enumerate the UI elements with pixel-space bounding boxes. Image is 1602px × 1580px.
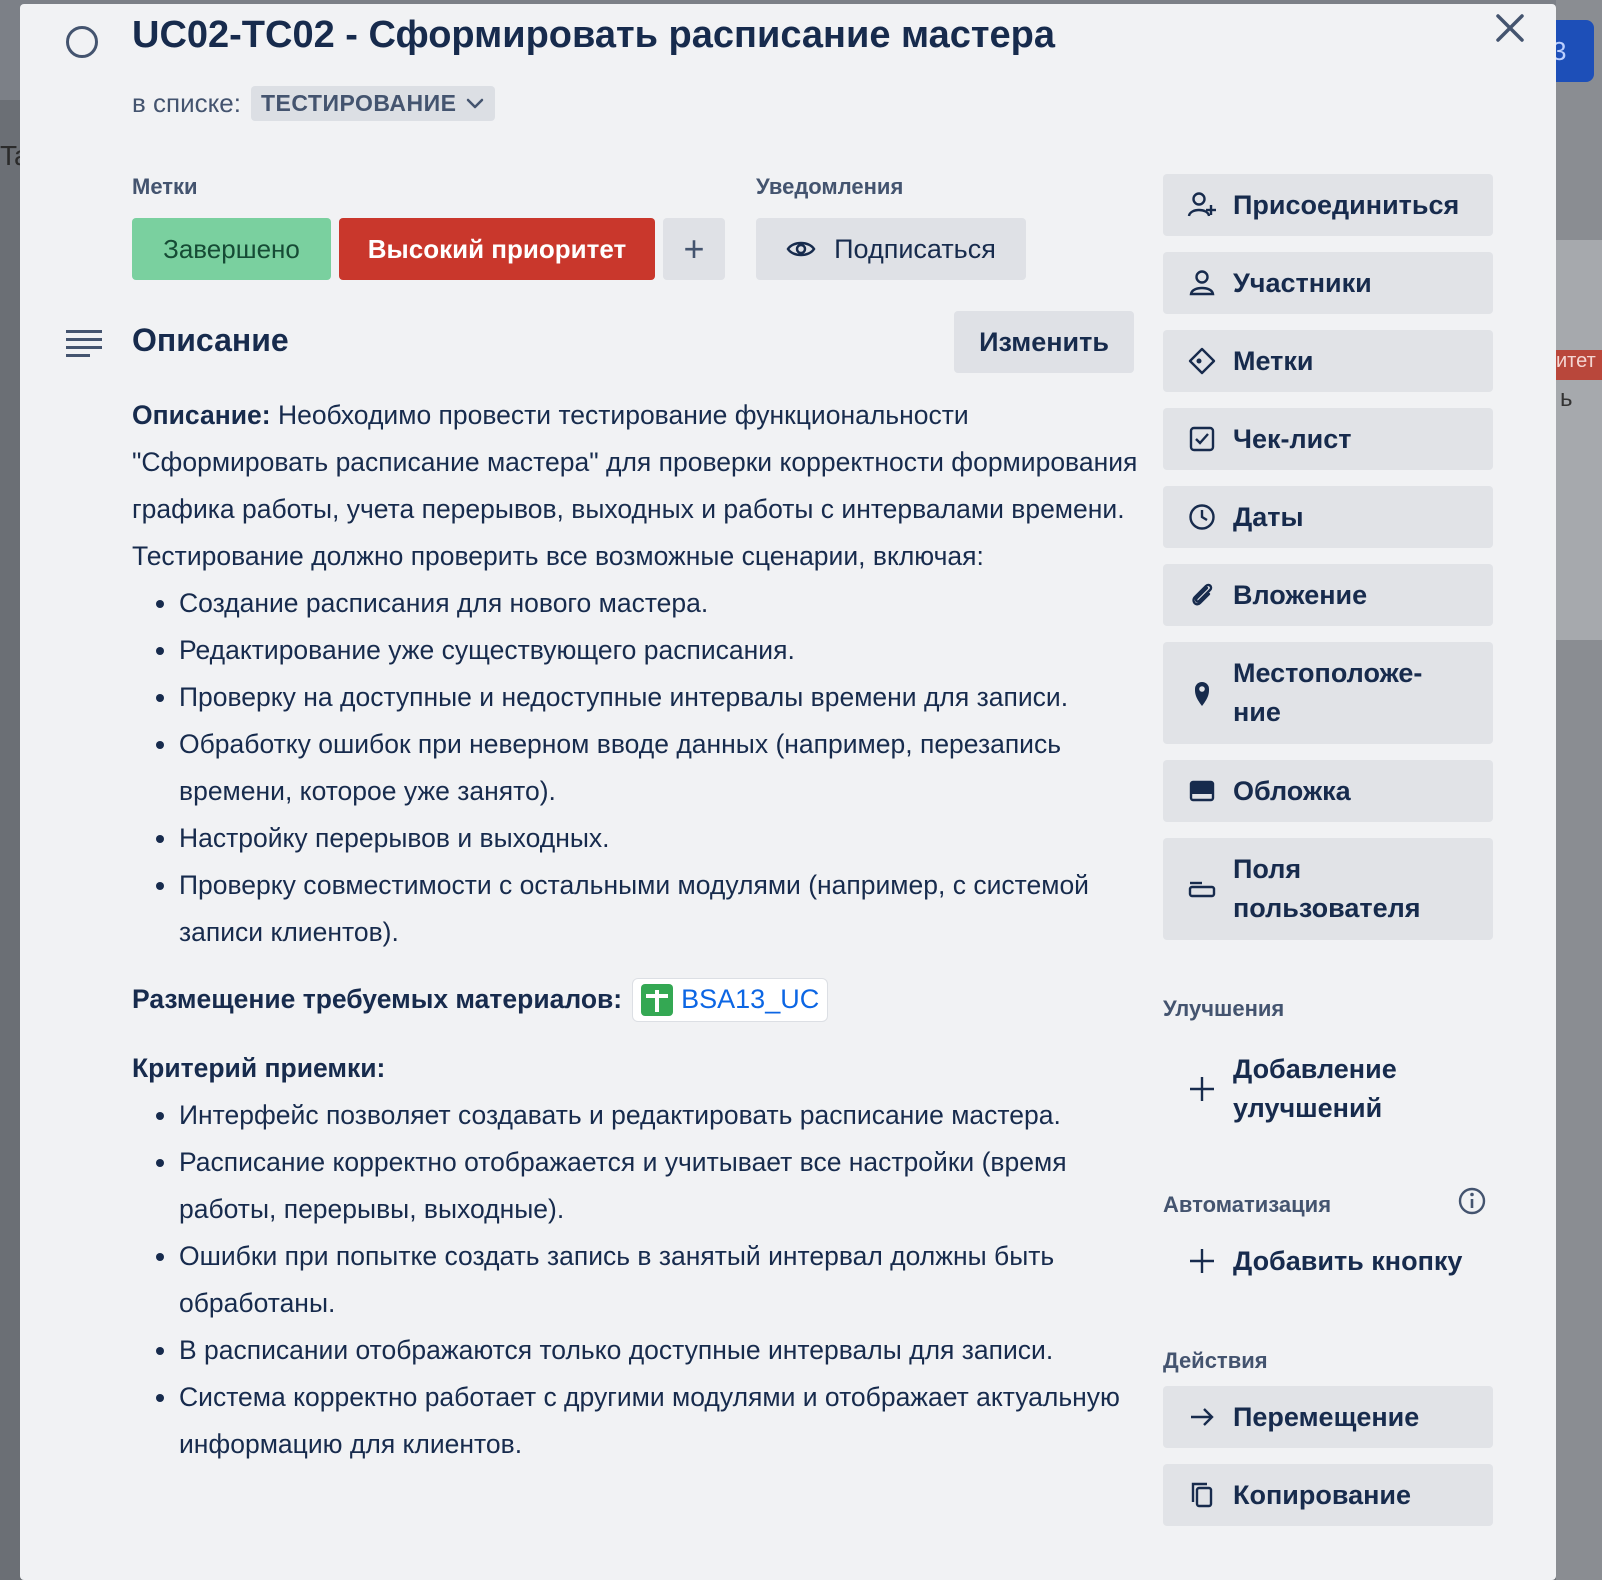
list-item: Система корректно работает с другими мод…	[179, 1374, 1142, 1468]
list-item: В расписании отображаются только доступн…	[179, 1327, 1142, 1374]
description-body[interactable]: Описание: Необходимо провести тестирован…	[132, 392, 1142, 1468]
description-heading: Описание	[132, 322, 289, 358]
board-card-text-partial: ь	[1560, 385, 1573, 412]
dates-label: Даты	[1233, 501, 1304, 532]
powerups-heading: Улучшения	[1163, 996, 1285, 1021]
plus-icon	[1187, 1074, 1217, 1104]
arrow-right-icon	[1187, 1402, 1217, 1432]
location-label: Местоположе-ние	[1233, 654, 1422, 732]
list-item: Создание расписания для нового мастера.	[179, 580, 1142, 627]
checklist-button[interactable]: Чек-лист	[1163, 408, 1493, 470]
add-button-label: Добавить кнопку	[1233, 1245, 1463, 1276]
subscribe-button[interactable]: Подписаться	[756, 218, 1026, 280]
tag-icon	[1187, 346, 1217, 376]
location-button[interactable]: Местоположе-ние	[1163, 642, 1493, 744]
scenario-list: Создание расписания для нового мастера. …	[132, 580, 1142, 956]
criteria-list: Интерфейс позволяет создавать и редактир…	[132, 1092, 1142, 1468]
join-button[interactable]: Присоединиться	[1163, 174, 1493, 236]
list-item: Расписание корректно отображается и учит…	[179, 1139, 1142, 1233]
custom-fields-label-line1: Поля	[1233, 854, 1302, 884]
checklist-label: Чек-лист	[1233, 423, 1352, 454]
custom-fields-label-line2: пользователя	[1233, 893, 1421, 923]
card-title[interactable]: UC02-TC02 - Сформировать расписание маст…	[132, 14, 1055, 57]
add-powerups-line2: улучшений	[1233, 1093, 1383, 1123]
add-person-icon	[1187, 190, 1217, 220]
list-item: Ошибки при попытке создать запись в заня…	[179, 1233, 1142, 1327]
add-powerups-button[interactable]: Добавление улучшений	[1163, 1038, 1493, 1140]
materials-link-text: BSA13_UC	[681, 984, 820, 1014]
labels-label: Метки	[1233, 345, 1314, 376]
label-high-priority[interactable]: Высокий приоритет	[339, 218, 655, 280]
eye-icon	[786, 241, 816, 257]
materials-link[interactable]: BSA13_UC	[632, 977, 829, 1022]
list-item: Настройку перерывов и выходных.	[179, 815, 1142, 862]
labels-button[interactable]: Метки	[1163, 330, 1493, 392]
list-item: Проверку совместимости с остальными моду…	[179, 862, 1142, 956]
list-item: Обработку ошибок при неверном вводе данн…	[179, 721, 1142, 815]
attachment-button[interactable]: Вложение	[1163, 564, 1493, 626]
description-intro-label: Описание:	[132, 400, 271, 430]
attachment-label: Вложение	[1233, 579, 1368, 610]
dates-button[interactable]: Даты	[1163, 486, 1493, 548]
list-name: ТЕСТИРОВАНИЕ	[261, 90, 457, 116]
location-pin-icon	[1187, 678, 1217, 708]
members-button[interactable]: Участники	[1163, 252, 1493, 314]
close-button[interactable]	[1490, 8, 1530, 48]
join-label: Присоединиться	[1233, 189, 1460, 220]
copy-icon	[1187, 1480, 1217, 1510]
criteria-heading-text: Критерий приемки:	[132, 1053, 386, 1083]
list-selector[interactable]: ТЕСТИРОВАНИЕ	[251, 86, 495, 121]
list-breadcrumb: в списке: ТЕСТИРОВАНИЕ	[132, 86, 495, 121]
criteria-heading: Критерий приемки:	[132, 1045, 1142, 1092]
plus-icon	[1187, 1246, 1217, 1276]
label-completed[interactable]: Завершено	[132, 218, 331, 280]
close-icon	[1496, 14, 1524, 42]
clock-icon	[1187, 502, 1217, 532]
copy-button[interactable]: Копирование	[1163, 1464, 1493, 1526]
labels-heading: Метки	[132, 174, 198, 199]
materials-label: Размещение требуемых материалов:	[132, 984, 623, 1014]
description-intro: Описание: Необходимо провести тестирован…	[132, 392, 1142, 580]
location-label-line1: Местоположе-	[1233, 658, 1423, 688]
edit-description-button[interactable]: Изменить	[954, 311, 1134, 373]
board-card-label-partial: итет	[1556, 350, 1602, 380]
list-item: Проверку на доступные и недоступные инте…	[179, 674, 1142, 721]
move-label: Перемещение	[1233, 1401, 1420, 1432]
person-icon	[1187, 268, 1217, 298]
card-detail-modal: UC02-TC02 - Сформировать расписание маст…	[20, 4, 1556, 1580]
add-label-button[interactable]: +	[663, 218, 725, 280]
custom-fields-label: Поля пользователя	[1233, 850, 1421, 928]
info-icon[interactable]	[1457, 1186, 1487, 1221]
custom-fields-icon	[1187, 874, 1217, 904]
location-label-line2: ние	[1233, 697, 1281, 727]
in-list-prefix: в списке:	[132, 88, 241, 118]
chevron-down-icon	[466, 98, 483, 108]
board-background-right	[1556, 0, 1602, 1580]
paperclip-icon	[1187, 580, 1217, 610]
add-button-button[interactable]: Добавить кнопку	[1163, 1230, 1493, 1292]
copy-label: Копирование	[1233, 1479, 1412, 1510]
custom-fields-button[interactable]: Поля пользователя	[1163, 838, 1493, 940]
description-intro-text: Необходимо провести тестирование функцио…	[132, 400, 1138, 571]
card-complete-toggle[interactable]	[66, 26, 98, 58]
move-button[interactable]: Перемещение	[1163, 1386, 1493, 1448]
members-label: Участники	[1233, 267, 1372, 298]
notifications-heading: Уведомления	[756, 174, 904, 199]
subscribe-label: Подписаться	[834, 233, 996, 264]
description-icon	[66, 328, 102, 363]
materials-line: Размещение требуемых материалов: BSA13_U…	[132, 976, 1142, 1023]
automation-heading: Автоматизация	[1163, 1192, 1332, 1217]
add-powerups-line1: Добавление	[1233, 1054, 1397, 1084]
checkbox-icon	[1187, 424, 1217, 454]
spreadsheet-icon	[641, 983, 674, 1016]
list-item: Редактирование уже существующего расписа…	[179, 627, 1142, 674]
cover-icon	[1187, 776, 1217, 806]
actions-heading: Действия	[1163, 1348, 1268, 1373]
add-powerups-label: Добавление улучшений	[1233, 1050, 1397, 1128]
cover-label: Обложка	[1233, 775, 1351, 806]
list-item: Интерфейс позволяет создавать и редактир…	[179, 1092, 1142, 1139]
cover-button[interactable]: Обложка	[1163, 760, 1493, 822]
board-list-partial	[1556, 240, 1602, 640]
